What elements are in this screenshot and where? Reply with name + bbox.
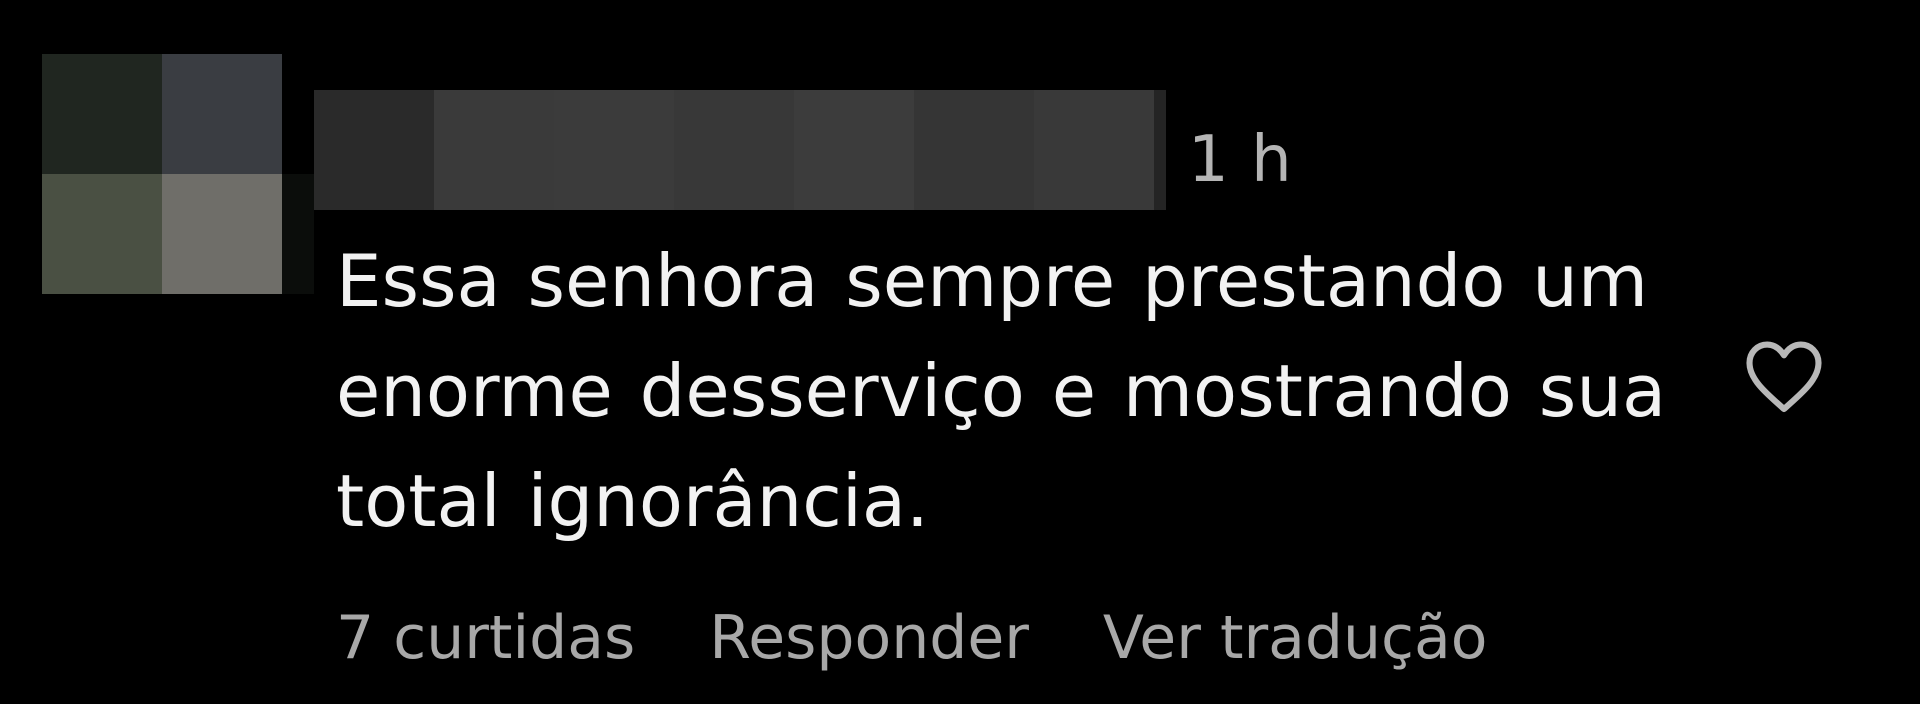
comment: 1 h Essa senhora sempre prestando um eno… — [0, 0, 1920, 704]
username-pixel — [674, 90, 794, 210]
avatar-pixel — [42, 174, 162, 294]
comment-text-line: enorme desserviço e mostrando sua — [336, 349, 1667, 433]
heart-outline-icon — [1746, 341, 1822, 413]
like-button[interactable] — [1738, 330, 1830, 422]
reply-button[interactable]: Responder — [709, 596, 1029, 680]
username-redacted[interactable] — [314, 90, 1166, 210]
username-pixel — [914, 90, 1034, 210]
username-pixel — [314, 90, 434, 210]
comment-actions: 7 curtidas Responder Ver tradução — [336, 596, 1488, 680]
likes-count[interactable]: 7 curtidas — [336, 596, 635, 680]
username-pixel — [1034, 90, 1154, 210]
avatar-edge — [282, 174, 314, 294]
avatar-pixel — [42, 54, 162, 174]
username-pixel — [1154, 90, 1166, 210]
timestamp: 1 h — [1188, 123, 1293, 197]
avatar-pixel — [162, 54, 282, 174]
comment-text-line: total ignorância. — [336, 459, 929, 543]
username-pixel — [794, 90, 914, 210]
comment-text: Essa senhora sempre prestando um enorme … — [336, 226, 1716, 556]
username-pixel — [434, 90, 554, 210]
avatar[interactable] — [42, 54, 282, 294]
comment-text-line: Essa senhora sempre prestando um — [336, 239, 1649, 323]
translate-button[interactable]: Ver tradução — [1103, 596, 1488, 680]
avatar-pixel — [162, 174, 282, 294]
username-pixel — [554, 90, 674, 210]
